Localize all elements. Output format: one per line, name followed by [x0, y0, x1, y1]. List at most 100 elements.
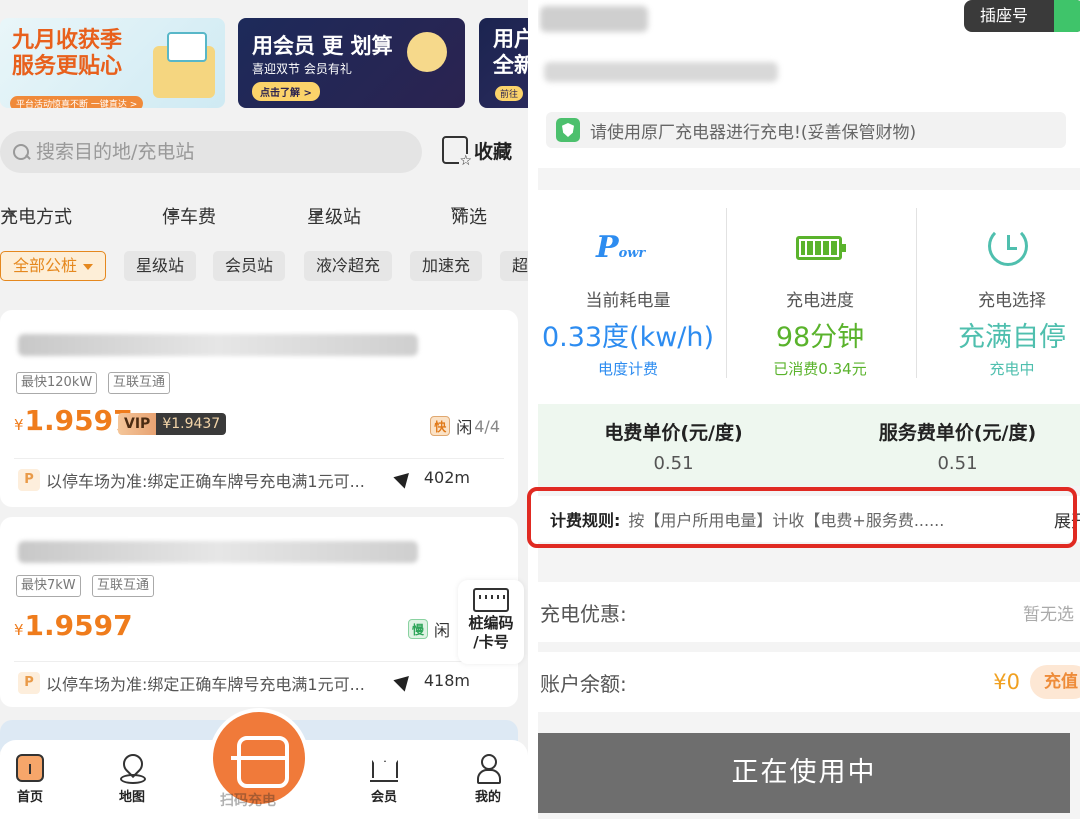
chip-all-public[interactable]: 全部公桩 — [0, 251, 107, 281]
tab-label: 地图 — [118, 790, 145, 805]
discount-row[interactable]: 充电优惠: 暂无选 — [538, 582, 1080, 642]
vip-label: VIP — [118, 413, 157, 435]
promo-banner-third[interactable]: 用户 全新 前往 — [479, 18, 528, 108]
discount-label: 充电优惠: — [540, 601, 627, 626]
tab-me[interactable]: 我的 — [458, 754, 518, 805]
tab-label: 首页 — [16, 790, 43, 805]
divider — [916, 208, 917, 378]
chip-row: 全部公桩 星级站 会员站 液冷超充 加速充 超 — [0, 251, 528, 281]
banner-title: 用户 — [493, 27, 528, 51]
search-icon — [10, 141, 32, 163]
banner-title: 用会员 更 划算 — [252, 34, 393, 58]
stat-power-usage: Powr 当前耗电量 0.33度(kw/h) 电度计费 — [538, 190, 718, 404]
charging-stats: Powr 当前耗电量 0.33度(kw/h) 电度计费 充电进度 98分钟 已消… — [538, 190, 1080, 404]
vip-price-badge: VIP ¥1.9437 — [118, 413, 227, 435]
search-bar[interactable] — [0, 131, 422, 173]
stat-value: 充满自停 — [958, 322, 1066, 353]
recharge-button[interactable]: 充值 — [1030, 665, 1080, 699]
pile-code-button[interactable]: 桩编码 /卡号 — [458, 580, 524, 664]
filter-parking-fee[interactable]: 停车费 — [162, 203, 216, 228]
in-use-button[interactable]: 正在使用中 — [538, 733, 1070, 813]
stat-sub: 电度计费 — [597, 360, 658, 378]
socket-status-indicator — [1054, 0, 1080, 32]
home-icon — [16, 754, 44, 782]
stat-label: 当前耗电量 — [585, 291, 671, 311]
price-value: 0.51 — [937, 453, 978, 474]
banner-pill: 平台活动惊喜不断 一键直达 > — [10, 96, 144, 108]
promo-banner-member[interactable]: 用会员 更 划算 喜迎双节 会员有礼 点击了解 > — [238, 18, 465, 108]
banner-illustration — [153, 32, 215, 98]
notice-text: 请使用原厂充电器进行充电!(妥善保管财物) — [590, 122, 917, 143]
parking-text: 以停车场为准:绑定正确车牌号充电满1元可... — [46, 472, 365, 491]
chip-star[interactable]: 星级站 — [124, 251, 197, 281]
vip-price: ¥1.9437 — [156, 413, 227, 435]
filter-label: 停车费 — [162, 207, 216, 228]
scan-label: 扫码充电 — [220, 793, 276, 809]
idle-label: 闲 — [433, 621, 450, 640]
user-icon — [474, 754, 502, 784]
banner-title: 服务更贴心 — [12, 54, 123, 79]
interconnect-tag: 互联互通 — [108, 372, 171, 394]
power-tag: 最快120kW — [16, 372, 98, 394]
promo-banner-september[interactable]: 九月收获季 服务更贴心 平台活动惊喜不断 一键直达 > — [0, 18, 225, 108]
chip-liquid-cooled[interactable]: 液冷超充 — [304, 251, 393, 281]
distance[interactable]: 418m — [393, 669, 470, 692]
slow-charge-icon: 慢 — [407, 619, 428, 639]
banner-title: 九月收获季 — [12, 28, 123, 53]
banner-pill: 前往 — [495, 86, 524, 101]
favorite-label: 收藏 — [474, 140, 513, 163]
fast-charge-icon: 快 — [430, 416, 451, 436]
parking-text: 以停车场为准:绑定正确车牌号充电满1元可... — [46, 675, 365, 694]
distance-value: 402m — [423, 468, 470, 487]
price: ¥1.9597 — [14, 609, 133, 642]
parking-icon: P — [18, 672, 40, 694]
divider — [14, 458, 504, 459]
currency-symbol: ¥ — [14, 416, 24, 434]
card-number-label: /卡号 — [473, 633, 509, 651]
charging-detail-screen: 插座号 请使用原厂充电器进行充电!(妥善保管财物) Powr 当前耗电量 0.3… — [538, 0, 1080, 819]
funnel-icon: ▽ — [451, 203, 465, 224]
distance[interactable]: 402m — [393, 466, 470, 489]
station-name-blurred — [540, 6, 648, 32]
tab-home[interactable]: 首页 — [0, 754, 60, 805]
search-input[interactable] — [36, 141, 396, 163]
banner-subtitle: 喜迎双节 会员有礼 — [252, 62, 352, 76]
stat-sub: 充电中 — [989, 360, 1035, 378]
price: ¥1.9597 — [14, 404, 133, 437]
tab-member[interactable]: 会员 — [354, 754, 414, 805]
electricity-price: 电费单价(元/度) 0.51 — [538, 418, 809, 474]
navigation-icon — [393, 669, 415, 692]
navigation-icon — [393, 466, 415, 489]
chip-member[interactable]: 会员站 — [213, 251, 286, 281]
station-address-blurred — [544, 62, 778, 82]
clock-icon — [988, 226, 1028, 266]
chip-super[interactable]: 超 — [500, 251, 528, 281]
balance-row: 账户余额: ¥0 充值 — [538, 652, 1080, 712]
interconnect-tag: 互联互通 — [92, 575, 155, 597]
stat-sub: 已消费0.34元 — [773, 360, 867, 378]
parking-info: P 以停车场为准:绑定正确车牌号充电满1元可... — [18, 671, 365, 695]
stat-label: 充电选择 — [978, 291, 1046, 311]
stat-charge-mode: 充电选择 充满自停 充电中 — [922, 190, 1080, 404]
discount-value: 暂无选 — [1023, 604, 1074, 625]
price-value: 1.9597 — [24, 404, 133, 437]
balance-label: 账户余额: — [540, 671, 627, 696]
idle-status: 慢闲 — [407, 617, 450, 641]
filter-charge-mode[interactable]: 充电方式 — [0, 203, 72, 228]
favorite-button[interactable]: 收藏 — [442, 136, 513, 168]
station-card[interactable]: 最快120kW 互联互通 ¥1.9597 VIP ¥1.9437 快闲 4/4 P以… — [0, 310, 518, 507]
filter-label: 充电方式 — [0, 207, 72, 228]
keyboard-icon — [473, 588, 509, 612]
shield-icon — [556, 118, 580, 142]
map-pin-icon — [118, 754, 146, 784]
safety-notice: 请使用原厂充电器进行充电!(妥善保管财物) — [546, 112, 1066, 148]
unit-prices: 电费单价(元/度) 0.51 服务费单价(元/度) 0.51 — [538, 404, 1080, 486]
stat-value: 0.33度(kw/h) — [541, 322, 715, 353]
tab-map[interactable]: 地图 — [102, 754, 162, 805]
station-card[interactable]: 最快7kW 互联互通 ¥1.9597 慢闲 P 以停车场为准:绑定正确车牌号充电满… — [0, 517, 518, 707]
chip-boost[interactable]: 加速充 — [410, 251, 483, 281]
price-header: 服务费单价(元/度) — [878, 422, 1037, 444]
currency-symbol: ¥ — [14, 621, 24, 639]
idle-label: 闲 — [456, 418, 473, 437]
filter-star-station[interactable]: 星级站 — [307, 203, 361, 228]
